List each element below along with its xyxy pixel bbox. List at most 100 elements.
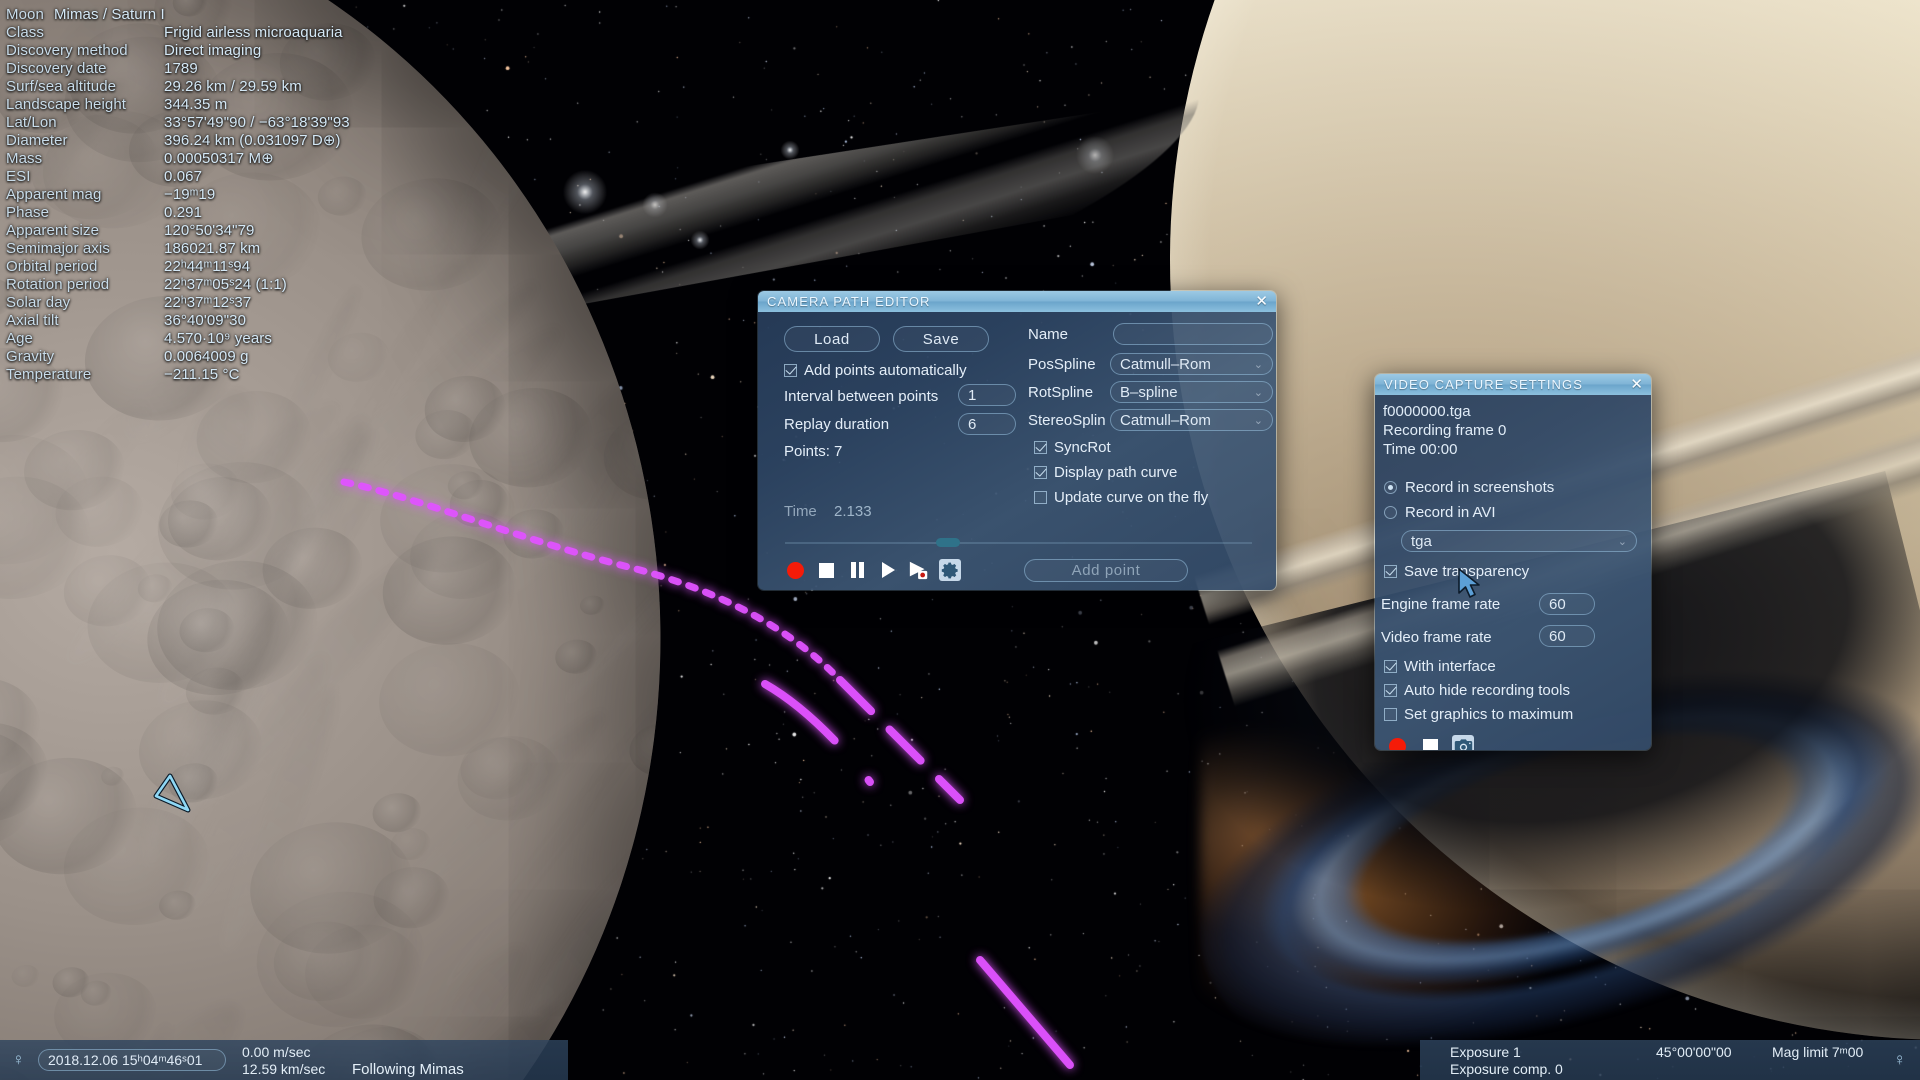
info-row-key: Diameter: [6, 132, 68, 149]
load-button[interactable]: Load: [784, 326, 880, 352]
checkbox-box: [1384, 708, 1397, 721]
close-icon[interactable]: ✕: [1255, 294, 1269, 309]
info-row-value: 36°40'09"30: [164, 312, 247, 329]
object-info-panel: Moon Mimas / Saturn I Class Frigid airles…: [6, 6, 426, 384]
rotspline-select[interactable]: B–spline ⌄: [1110, 381, 1273, 403]
replay-duration-input[interactable]: 6: [958, 413, 1016, 435]
surface-crater: [578, 593, 606, 617]
surface-crater: [642, 980, 673, 1006]
name-label: Name: [1028, 326, 1069, 343]
info-row-value: 0.291: [164, 204, 203, 221]
video-frame-rate-input[interactable]: 60: [1539, 625, 1595, 647]
update-curve-on-the-fly-checkbox[interactable]: Update curve on the fly: [1034, 489, 1208, 506]
engine-frame-rate-input[interactable]: 60: [1539, 593, 1595, 615]
timeline-slider-track: [785, 542, 1252, 544]
stop-icon: [818, 562, 834, 578]
play-record-icon: [909, 561, 928, 580]
syncrot-checkbox[interactable]: SyncRot: [1034, 439, 1111, 456]
info-row-value: 120°50'34"79: [164, 222, 255, 239]
following-status: Following Mimas: [352, 1061, 464, 1078]
info-row-value: 0.0064009 g: [164, 348, 249, 365]
stop-button[interactable]: [815, 559, 837, 581]
capture-format-select[interactable]: tga ⌄: [1401, 530, 1637, 552]
record-button[interactable]: [784, 559, 806, 581]
info-object-name: Mimas / Saturn I: [53, 6, 165, 23]
timeline-slider-thumb[interactable]: [936, 538, 961, 547]
chevron-down-icon: ⌄: [1617, 535, 1627, 548]
add-points-automatically-checkbox[interactable]: Add points automatically: [784, 362, 967, 379]
stop-icon: [1422, 738, 1438, 750]
info-row-value: Frigid airless microaquaria: [164, 24, 343, 41]
info-row-key: Apparent size: [6, 222, 100, 239]
play-button[interactable]: [877, 559, 899, 581]
display-path-curve-checkbox[interactable]: Display path curve: [1034, 464, 1177, 481]
info-row-value: 22ʰ37ᵐ05ˢ24 (1:1): [164, 276, 287, 293]
info-row-value: Direct imaging: [164, 42, 262, 59]
record-in-avi-radio[interactable]: Record in AVI: [1384, 504, 1496, 521]
interval-between-points-input[interactable]: 1: [958, 384, 1016, 406]
mouse-cursor: [1458, 568, 1480, 598]
info-row: Semimajor axis 186021.87 km: [6, 240, 426, 258]
replay-duration-label: Replay duration: [784, 416, 890, 433]
transport-controls: [784, 559, 961, 581]
info-row-key: Class: [6, 24, 45, 41]
video-capture-buttons: [1386, 735, 1474, 750]
record-button[interactable]: [1386, 735, 1408, 750]
info-row-key: Temperature: [6, 366, 92, 383]
info-row-key: Discovery method: [6, 42, 128, 59]
stop-button[interactable]: [1419, 735, 1441, 750]
info-row-value: 4.570·10⁹ years: [164, 330, 272, 347]
save-transparency-checkbox[interactable]: Save transparency: [1384, 563, 1529, 580]
camera-path-editor-titlebar[interactable]: CAMERA PATH EDITOR ✕: [758, 291, 1276, 312]
recording-frame-status: Recording frame 0: [1383, 422, 1507, 439]
speed-readout: 0.00 m/sec 12.59 km/sec: [242, 1044, 325, 1078]
auto-hide-recording-tools-checkbox[interactable]: Auto hide recording tools: [1384, 682, 1570, 699]
set-graphics-to-maximum-label: Set graphics to maximum: [1404, 706, 1574, 723]
selection-triangle-marker: [153, 773, 191, 813]
info-row-value: 0.067: [164, 168, 203, 185]
info-row: Surf/sea altitude 29.26 km / 29.59 km: [6, 78, 426, 96]
exposure-readout: Exposure 1 Exposure comp. 0: [1450, 1044, 1563, 1078]
save-button[interactable]: Save: [893, 326, 989, 352]
stereospline-label: StereoSplin: [1028, 412, 1106, 429]
capture-format-value: tga: [1411, 532, 1432, 550]
venus-symbol-icon[interactable]: ♀: [1893, 1050, 1906, 1070]
radio-dot: [1384, 481, 1397, 494]
checkbox-box: [1384, 565, 1397, 578]
camera-path-editor-dialog[interactable]: CAMERA PATH EDITOR ✕ Load Save Add point…: [757, 290, 1277, 591]
info-row-value: 29.26 km / 29.59 km: [164, 78, 302, 95]
timeline-slider[interactable]: [785, 538, 1252, 548]
status-bar-left: ♀ 2018.12.06 15ʰ04ᵐ46ˢ01 0.00 m/sec 12.5…: [0, 1040, 568, 1080]
add-point-button[interactable]: Add point: [1024, 559, 1188, 582]
checkbox-box: [1384, 660, 1397, 673]
pause-button[interactable]: [846, 559, 868, 581]
video-capture-settings-dialog[interactable]: VIDEO CAPTURE SETTINGS ✕ f0000000.tga Re…: [1374, 373, 1652, 751]
video-capture-settings-titlebar[interactable]: VIDEO CAPTURE SETTINGS ✕: [1375, 374, 1651, 395]
close-icon[interactable]: ✕: [1630, 377, 1644, 392]
datetime-input[interactable]: 2018.12.06 15ʰ04ᵐ46ˢ01: [38, 1049, 226, 1071]
stereospline-select[interactable]: Catmull–Rom ⌄: [1110, 409, 1273, 431]
with-interface-checkbox[interactable]: With interface: [1384, 658, 1496, 675]
info-row: Class Frigid airless microaquaria: [6, 24, 426, 42]
info-row-value: 186021.87 km: [164, 240, 261, 257]
info-row-key: Gravity: [6, 348, 55, 365]
settings-button[interactable]: [939, 559, 961, 581]
play-and-record-button[interactable]: [908, 559, 930, 581]
venus-symbol-icon[interactable]: ♀: [12, 1050, 25, 1070]
info-row: Solar day 22ʰ37ᵐ12ˢ37: [6, 294, 426, 312]
surface-crater: [10, 963, 41, 989]
info-row: Phase 0.291: [6, 204, 426, 222]
speed-line-2: 12.59 km/sec: [242, 1061, 326, 1077]
posspline-select[interactable]: Catmull–Rom ⌄: [1110, 353, 1273, 375]
exposure-line-1: Exposure 1: [1450, 1044, 1521, 1060]
time-label: Time: [784, 503, 817, 520]
screenshot-button[interactable]: [1452, 735, 1474, 750]
name-input[interactable]: [1113, 323, 1273, 345]
info-row: Discovery method Direct imaging: [6, 42, 426, 60]
info-row-value: 1789: [164, 60, 198, 77]
set-graphics-to-maximum-checkbox[interactable]: Set graphics to maximum: [1384, 706, 1573, 723]
chevron-down-icon: ⌄: [1253, 358, 1263, 371]
record-in-screenshots-radio[interactable]: Record in screenshots: [1384, 479, 1554, 496]
record-in-screenshots-label: Record in screenshots: [1405, 479, 1555, 496]
add-points-automatically-label: Add points automatically: [804, 362, 967, 379]
